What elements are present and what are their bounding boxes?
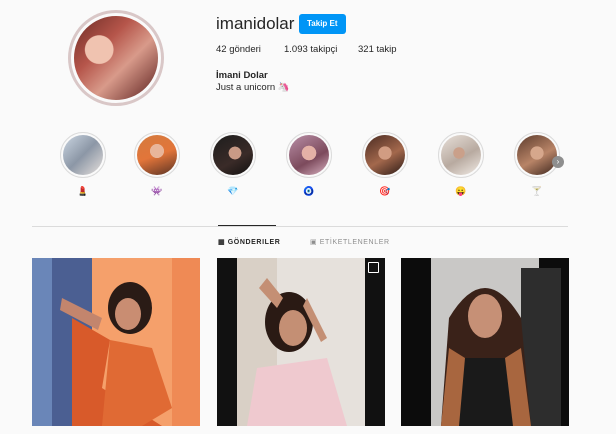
- highlight-item[interactable]: 🎯: [362, 132, 412, 196]
- follow-button[interactable]: Takip Et: [299, 14, 346, 34]
- post-image: [217, 258, 385, 426]
- post-image: [32, 258, 200, 426]
- highlight-emoji: 🎯: [379, 186, 391, 196]
- highlight-cover: [514, 132, 560, 178]
- post-thumbnail[interactable]: [32, 258, 200, 426]
- posts-count: 42 gönderi: [216, 44, 261, 55]
- highlight-emoji: 👾: [151, 186, 163, 196]
- highlight-cover: [286, 132, 332, 178]
- carousel-icon: [368, 262, 379, 273]
- profile-avatar[interactable]: [68, 10, 164, 106]
- highlight-cover: [134, 132, 180, 178]
- highlight-emoji: 💄: [77, 186, 89, 196]
- post-thumbnail[interactable]: [217, 258, 385, 426]
- highlight-item[interactable]: 😛: [438, 132, 488, 196]
- tab-tagged[interactable]: ▣ ETİKETLENENLER: [310, 238, 390, 246]
- highlight-cover: [362, 132, 408, 178]
- highlight-cover: [60, 132, 106, 178]
- highlight-emoji: 🍸: [531, 186, 543, 196]
- highlight-item[interactable]: 🧿: [286, 132, 336, 196]
- chevron-right-icon[interactable]: ›: [552, 156, 564, 168]
- following-count[interactable]: 321 takip: [358, 44, 397, 55]
- post-image: [401, 258, 569, 426]
- grid-icon: ▦: [218, 239, 226, 246]
- highlight-cover: [210, 132, 256, 178]
- highlight-emoji: 💎: [227, 186, 239, 196]
- highlight-item[interactable]: 💎: [210, 132, 260, 196]
- highlight-emoji: 🧿: [303, 186, 315, 196]
- active-tab-indicator: [218, 225, 276, 226]
- followers-count[interactable]: 1.093 takipçi: [284, 44, 337, 55]
- highlight-emoji: 😛: [455, 186, 467, 196]
- highlight-cover: [438, 132, 484, 178]
- highlight-item[interactable]: 👾: [134, 132, 184, 196]
- tab-posts[interactable]: ▦ GÖNDERILER: [218, 238, 280, 246]
- tagged-icon: ▣: [310, 239, 318, 246]
- profile-full-name: İmani Dolar: [216, 70, 268, 81]
- post-thumbnail[interactable]: [401, 258, 569, 426]
- avatar-image: [71, 13, 161, 103]
- profile-username: imanidolar: [216, 14, 295, 33]
- tabs-divider: [32, 226, 568, 227]
- highlight-item[interactable]: 💄: [60, 132, 110, 196]
- tab-tagged-label: ETİKETLENENLER: [319, 239, 390, 246]
- tab-posts-label: GÖNDERILER: [227, 239, 281, 246]
- profile-bio: Just a unicorn 🦄: [216, 82, 290, 93]
